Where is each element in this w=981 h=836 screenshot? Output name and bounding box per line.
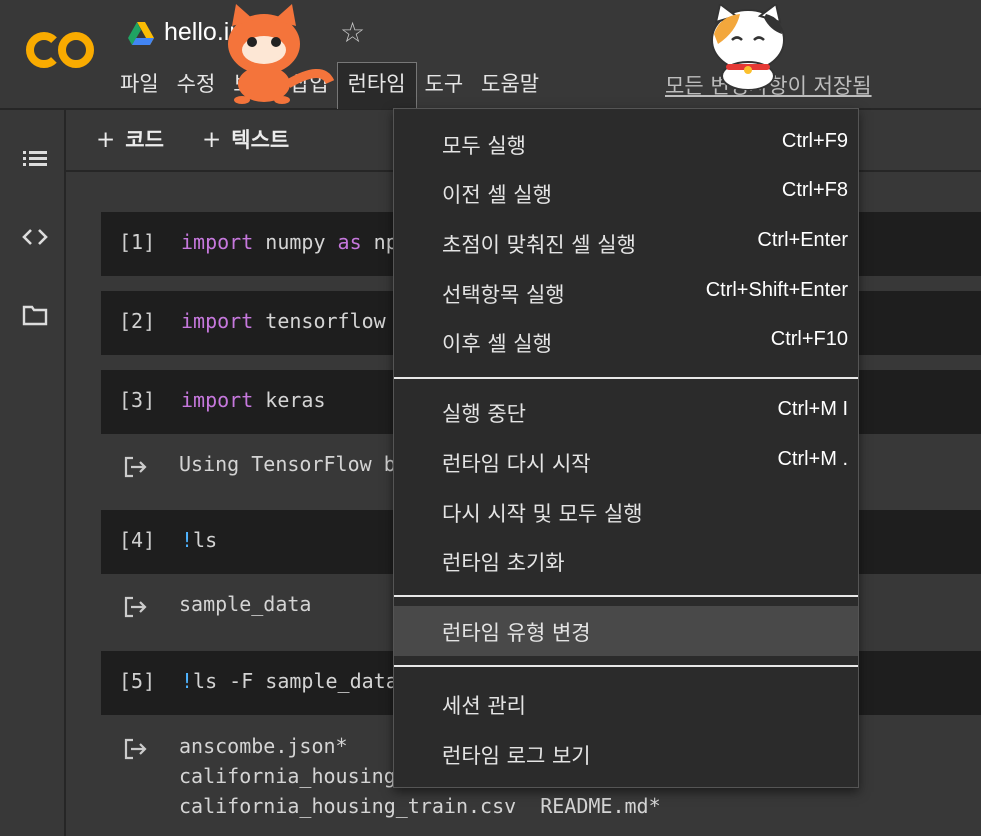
shell-bang: ! (181, 528, 194, 552)
code-text: tensorflow (253, 309, 398, 333)
add-text-label: 텍스트 (231, 128, 290, 152)
keyword: import (181, 309, 254, 333)
menu-item-label: 다시 시작 및 모두 실행 (442, 502, 643, 526)
menu-item-change-runtime-type[interactable]: 런타임 유형 변경 (394, 606, 858, 656)
menu-tools[interactable]: 도구 (415, 62, 474, 102)
code-snippets-icon[interactable] (22, 224, 48, 250)
output-icon[interactable] (123, 594, 149, 620)
execution-count: [2] (119, 309, 156, 333)
calico-cat-sticker (711, 4, 785, 90)
menu-item-run-after[interactable]: 이후 셀 실행 Ctrl+F10 (394, 317, 858, 367)
menu-item-view-runtime-logs[interactable]: 런타임 로그 보기 (394, 729, 858, 779)
colab-logo[interactable] (24, 28, 96, 72)
left-sidebar (0, 110, 66, 836)
google-drive-icon (128, 22, 154, 45)
shortcut-label: Ctrl+Enter (757, 229, 848, 251)
plus-icon: + (202, 127, 222, 153)
menu-item-interrupt[interactable]: 실행 중단 Ctrl+M I (394, 387, 858, 437)
menu-item-label: 실행 중단 (442, 402, 526, 426)
menu-item-label: 이전 셀 실행 (442, 183, 552, 207)
output-text: Using TensorFlow b (179, 452, 396, 476)
app-header: hello.ipynb ☆ 파일 수정 보기 삽입 런타임 도구 도움말 모든 … (0, 0, 981, 110)
plus-icon: + (96, 127, 116, 153)
cell-source[interactable]: import keras (181, 388, 326, 412)
menu-item-label: 모두 실행 (442, 134, 526, 158)
code-text: numpy (253, 230, 338, 254)
shortcut-label: Ctrl+F10 (770, 328, 848, 350)
add-code-button[interactable]: + 코드 (96, 124, 164, 154)
shell-bang: ! (181, 669, 194, 693)
menu-item-label: 초점이 맞춰진 셀 실행 (442, 233, 636, 257)
menu-item-label: 런타임 유형 변경 (442, 621, 591, 645)
output-icon[interactable] (123, 454, 149, 480)
shortcut-label: Ctrl+F9 (781, 130, 848, 152)
add-code-label: 코드 (125, 128, 164, 152)
code-text: ls (193, 528, 218, 552)
menu-help[interactable]: 도움말 (471, 62, 549, 102)
execution-count: [3] (119, 388, 156, 412)
menu-item-manage-sessions[interactable]: 세션 관리 (394, 679, 858, 729)
menu-runtime[interactable]: 런타임 (336, 62, 417, 109)
menu-separator (394, 595, 858, 597)
shortcut-label: Ctrl+F8 (781, 179, 848, 201)
shortcut-label: Ctrl+M I (777, 398, 848, 420)
code-text: keras (253, 388, 326, 412)
menu-item-label: 선택항목 실행 (442, 283, 565, 307)
star-icon[interactable]: ☆ (340, 16, 365, 49)
shortcut-label: Ctrl+M . (777, 448, 848, 470)
menu-item-label: 런타임 로그 보기 (442, 744, 591, 768)
cell-source[interactable]: !ls -F sample_data (181, 669, 398, 693)
menu-item-run-all[interactable]: 모두 실행 Ctrl+F9 (394, 119, 858, 169)
menu-separator (394, 665, 858, 667)
cell-source[interactable]: import numpy as np (181, 230, 398, 254)
menu-item-label: 이후 셀 실행 (442, 332, 552, 356)
output-text: sample_data (179, 592, 312, 616)
menu-file[interactable]: 파일 (110, 62, 169, 102)
runtime-menu-dropdown: 모두 실행 Ctrl+F9 이전 셀 실행 Ctrl+F8 초점이 맞춰진 셀 … (393, 108, 859, 788)
table-of-contents-icon[interactable] (22, 146, 48, 172)
menu-item-label: 런타임 다시 시작 (442, 452, 591, 476)
keyword: as (337, 230, 362, 254)
keyword: import (181, 388, 254, 412)
cell-source[interactable]: import tensorflow (181, 309, 398, 333)
cell-source[interactable]: !ls (181, 528, 217, 552)
menu-item-restart-and-run-all[interactable]: 다시 시작 및 모두 실행 (394, 487, 858, 537)
execution-count: [1] (119, 230, 156, 254)
menu-item-label: 세션 관리 (442, 694, 526, 718)
code-text: ls -F sample_data (193, 669, 398, 693)
folder-icon[interactable] (22, 302, 48, 328)
execution-count: [4] (119, 528, 156, 552)
menu-item-label: 런타임 초기화 (442, 551, 565, 575)
menu-item-factory-reset[interactable]: 런타임 초기화 (394, 536, 858, 586)
keyword: import (181, 230, 254, 254)
menu-item-run-focused-cell[interactable]: 초점이 맞춰진 셀 실행 Ctrl+Enter (394, 218, 858, 268)
add-text-button[interactable]: + 텍스트 (202, 124, 289, 154)
menu-item-run-selection[interactable]: 선택항목 실행 Ctrl+Shift+Enter (394, 268, 858, 318)
orange-cat-sticker (228, 4, 334, 104)
shortcut-label: Ctrl+Shift+Enter (705, 279, 848, 301)
menu-item-restart-runtime[interactable]: 런타임 다시 시작 Ctrl+M . (394, 437, 858, 487)
menu-item-run-before[interactable]: 이전 셀 실행 Ctrl+F8 (394, 168, 858, 218)
execution-count: [5] (119, 669, 156, 693)
output-icon[interactable] (123, 736, 149, 762)
menu-separator (394, 377, 858, 379)
